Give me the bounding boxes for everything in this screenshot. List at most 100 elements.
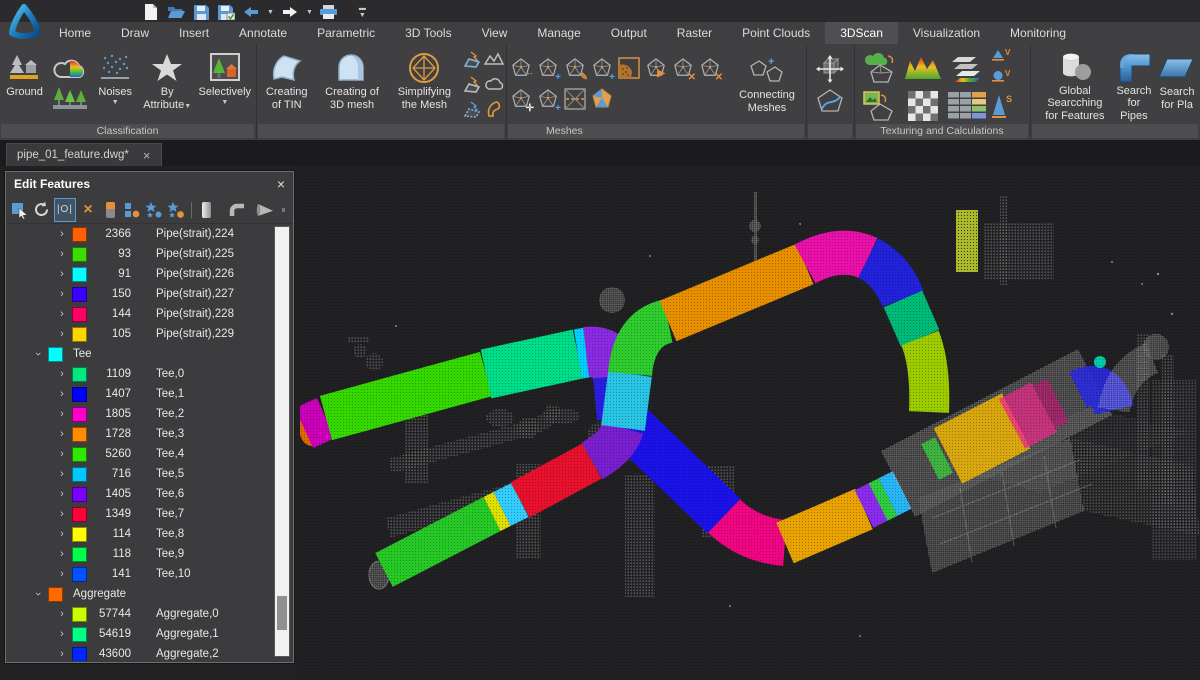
group-shapes-button[interactable] bbox=[123, 199, 142, 221]
feature-row[interactable]: ›1728Tee,3 bbox=[7, 424, 292, 444]
simplifying-the-mesh-button[interactable]: Simplifying the Mesh bbox=[388, 45, 461, 122]
expand-chevron-icon[interactable]: › bbox=[57, 628, 67, 640]
color-swatch[interactable] bbox=[72, 507, 87, 522]
expand-chevron-icon[interactable]: › bbox=[57, 648, 67, 660]
expand-chevron-icon[interactable]: › bbox=[57, 228, 67, 240]
feature-row[interactable]: ›1109Tee,0 bbox=[7, 364, 292, 384]
expand-chevron-icon[interactable]: › bbox=[57, 248, 67, 260]
pipe-segment-button[interactable] bbox=[101, 199, 120, 221]
search-for-pipes-button[interactable]: Search for Pipes bbox=[1113, 45, 1155, 122]
color-swatch[interactable] bbox=[72, 407, 87, 422]
expand-chevron-icon[interactable]: › bbox=[57, 608, 67, 620]
expand-chevron-icon[interactable]: › bbox=[57, 508, 67, 520]
feature-row[interactable]: ›93Pipe(strait),225 bbox=[7, 244, 292, 264]
color-swatch[interactable] bbox=[72, 607, 87, 622]
expand-chevron-icon[interactable]: › bbox=[57, 328, 67, 340]
move-cube-icon[interactable] bbox=[815, 54, 845, 84]
terrain-icon[interactable] bbox=[483, 48, 505, 70]
color-swatch[interactable] bbox=[72, 287, 87, 302]
color-swatch[interactable] bbox=[72, 327, 87, 342]
tab-annotate[interactable]: Annotate bbox=[224, 22, 302, 44]
fit-selection-button[interactable]: |O| bbox=[54, 198, 75, 222]
tab-parametric[interactable]: Parametric bbox=[302, 22, 390, 44]
document-tab[interactable]: pipe_01_feature.dwg* × bbox=[6, 143, 162, 166]
global-search-features-button[interactable]: Global Searcching for Features bbox=[1037, 45, 1113, 122]
mesh-fill-hole-button[interactable] bbox=[615, 53, 642, 84]
color-swatch[interactable] bbox=[72, 427, 87, 442]
color-swatch[interactable] bbox=[72, 267, 87, 282]
mesh-split-add-button[interactable]: + bbox=[588, 53, 615, 84]
ground-button[interactable]: Ground bbox=[0, 45, 49, 122]
color-swatch[interactable] bbox=[72, 467, 87, 482]
feature-row[interactable]: ›5260Tee,4 bbox=[7, 444, 292, 464]
surface-arrow-gray-icon[interactable] bbox=[461, 73, 483, 95]
mesh-curve-icon[interactable] bbox=[815, 88, 845, 114]
tab-visualization[interactable]: Visualization bbox=[898, 22, 995, 44]
tab-manage[interactable]: Manage bbox=[522, 22, 595, 44]
color-swatch[interactable] bbox=[72, 567, 87, 582]
tab-monitoring[interactable]: Monitoring bbox=[995, 22, 1081, 44]
color-swatch[interactable] bbox=[72, 627, 87, 642]
expand-chevron-icon[interactable]: › bbox=[57, 448, 67, 460]
expand-chevron-icon[interactable]: › bbox=[57, 528, 67, 540]
mesh-stretch-button[interactable]: ↔ bbox=[507, 53, 534, 84]
color-swatch[interactable] bbox=[72, 487, 87, 502]
qat-overflow-icon[interactable]: ▬▼ bbox=[359, 5, 366, 19]
feature-row[interactable]: ›1805Tee,2 bbox=[7, 404, 292, 424]
feature-row[interactable]: ›114Tee,8 bbox=[7, 524, 292, 544]
color-swatch[interactable] bbox=[72, 547, 87, 562]
new-file-icon[interactable] bbox=[142, 3, 160, 21]
feature-group-row[interactable]: ›Aggregate bbox=[7, 584, 292, 604]
mesh-section-button[interactable] bbox=[561, 84, 588, 115]
connecting-meshes-button[interactable]: + Connecting Meshes bbox=[732, 48, 802, 125]
feature-row[interactable]: ›57744Aggregate,0 bbox=[7, 604, 292, 624]
curved-band-icon[interactable] bbox=[483, 98, 505, 120]
save-icon[interactable] bbox=[192, 3, 210, 21]
expand-chevron-icon[interactable]: › bbox=[57, 308, 67, 320]
redo-icon[interactable] bbox=[281, 3, 299, 21]
color-table-icon[interactable] bbox=[947, 91, 987, 121]
expand-chevron-icon[interactable]: › bbox=[57, 288, 67, 300]
expand-chevron-icon[interactable]: › bbox=[57, 488, 67, 500]
cloud-rainbow-icon[interactable] bbox=[53, 56, 87, 82]
feature-row[interactable]: ›141Tee,10 bbox=[7, 564, 292, 584]
feature-row[interactable]: ›105Pipe(strait),229 bbox=[7, 324, 292, 344]
cone-tool-button[interactable] bbox=[256, 199, 276, 221]
refresh-button[interactable] bbox=[32, 199, 51, 221]
color-swatch[interactable] bbox=[48, 587, 63, 602]
creating-of-tin-button[interactable]: Creating of TIN bbox=[257, 45, 316, 122]
mesh-colored-button[interactable] bbox=[588, 84, 615, 115]
panel-close-icon[interactable]: × bbox=[277, 176, 285, 192]
expand-chevron-icon[interactable]: › bbox=[57, 388, 67, 400]
mesh-delete-button[interactable]: ✕ bbox=[669, 53, 696, 84]
tab-3d-tools[interactable]: 3D Tools bbox=[390, 22, 466, 44]
app-logo[interactable] bbox=[6, 3, 42, 41]
color-swatch[interactable] bbox=[48, 347, 63, 362]
layers-icon[interactable] bbox=[947, 51, 987, 83]
cylinder-tool-button[interactable] bbox=[197, 199, 216, 221]
feature-row[interactable]: ›118Tee,9 bbox=[7, 544, 292, 564]
color-relief-icon[interactable] bbox=[903, 51, 943, 83]
tab-view[interactable]: View bbox=[467, 22, 523, 44]
open-file-icon[interactable] bbox=[167, 3, 185, 21]
mesh-play-button[interactable]: ▶ bbox=[642, 53, 669, 84]
tab-insert[interactable]: Insert bbox=[164, 22, 224, 44]
elbow-tool-button[interactable] bbox=[227, 199, 246, 221]
tab-home[interactable]: Home bbox=[44, 22, 106, 44]
undo-dropdown-icon[interactable]: ▼ bbox=[267, 9, 274, 16]
cloud-outline-icon[interactable] bbox=[483, 73, 505, 95]
color-swatch[interactable] bbox=[72, 247, 87, 262]
expand-chevron-icon[interactable]: › bbox=[57, 568, 67, 580]
search-for-planes-button[interactable]: Search for Pla bbox=[1155, 45, 1199, 122]
mesh-edit-button[interactable]: ✎ bbox=[561, 53, 588, 84]
tab-3dscan[interactable]: 3DScan bbox=[825, 22, 898, 44]
feature-row[interactable]: ›1407Tee,1 bbox=[7, 384, 292, 404]
document-tab-close-icon[interactable]: × bbox=[143, 149, 151, 162]
redo-dropdown-icon[interactable]: ▼ bbox=[306, 9, 313, 16]
mesh-add-button[interactable]: + bbox=[534, 53, 561, 84]
feature-row[interactable]: ›91Pipe(strait),226 bbox=[7, 264, 292, 284]
feature-row[interactable]: ›2366Pipe(strait),224 bbox=[7, 224, 292, 244]
stars-blue-button[interactable] bbox=[145, 199, 164, 221]
expand-chevron-icon[interactable]: › bbox=[57, 268, 67, 280]
creating-of-3d-mesh-button[interactable]: Creating of 3D mesh bbox=[316, 45, 387, 122]
